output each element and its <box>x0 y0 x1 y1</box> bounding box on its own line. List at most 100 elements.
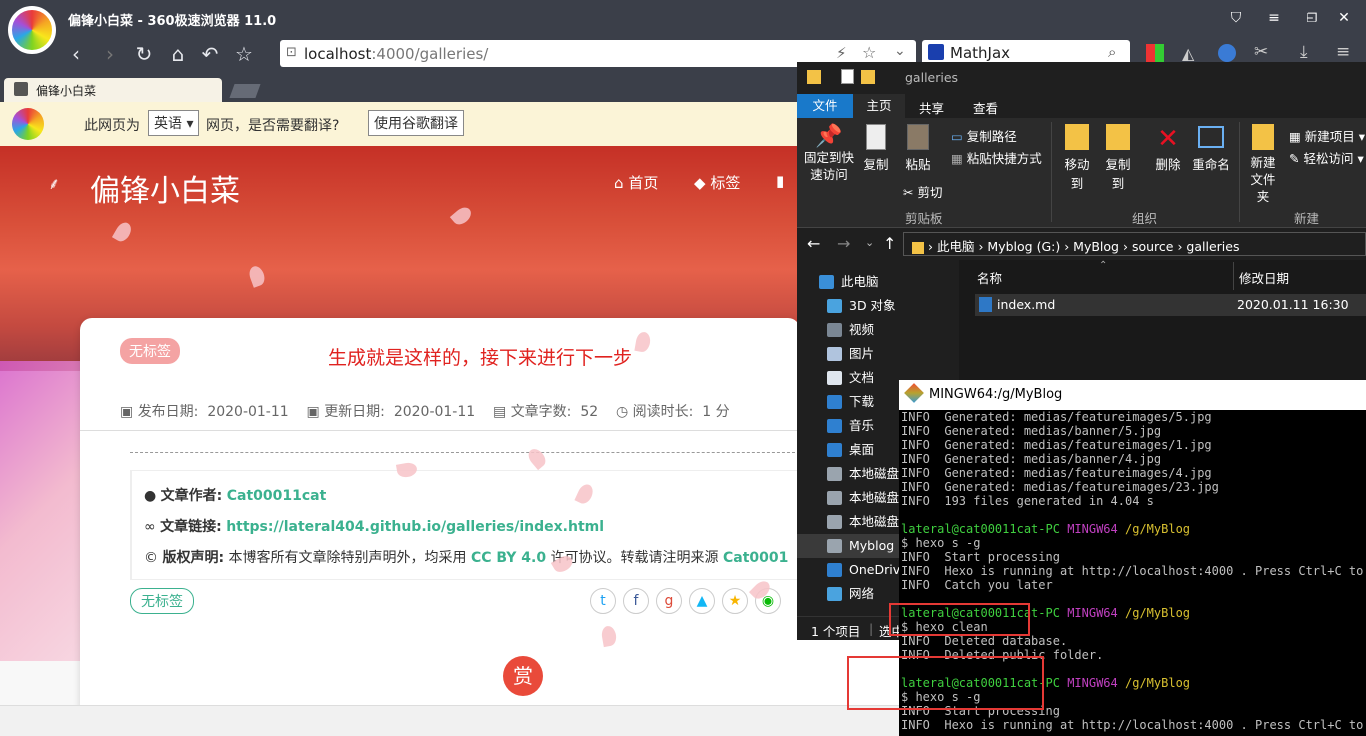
facebook-icon[interactable]: f <box>623 588 649 614</box>
ribbon-tabs: 文件 主页 共享 查看 <box>797 94 1366 118</box>
extension-icon[interactable]: ◭ <box>1182 44 1194 63</box>
nav-item-label: 本地磁盘 <box>849 514 900 529</box>
nav-home[interactable]: ⌂ 首页 <box>614 172 658 193</box>
back-icon[interactable]: ‹ <box>64 42 88 66</box>
close-button[interactable]: ✕ <box>1334 8 1354 28</box>
nav-tags[interactable]: ◆ 标签 <box>694 172 740 193</box>
nav-more[interactable]: ▮ <box>776 172 784 190</box>
undo-close-icon[interactable]: ↶ <box>198 42 222 66</box>
qzone-icon[interactable]: ★ <box>722 588 748 614</box>
terminal-line: INFO Generated: medias/banner/5.jpg <box>901 424 1162 438</box>
rename-button[interactable]: 重命名 <box>1191 124 1231 173</box>
move-to-button[interactable]: 移动到 <box>1059 124 1095 192</box>
explorer-breadcrumb[interactable]: › 此电脑 › Myblog (G:) › MyBlog › source › … <box>903 232 1366 256</box>
delete-button[interactable]: ✕ 删除 <box>1153 124 1183 173</box>
nav-item-icon <box>827 371 842 385</box>
bottom-tag-badge[interactable]: 无标签 <box>130 588 194 614</box>
search-icon[interactable]: ⌕ <box>1108 43 1116 61</box>
download-icon[interactable]: ⤓ <box>1300 42 1308 62</box>
skin-icon[interactable]: ⛉ <box>1226 8 1246 28</box>
translate-button[interactable]: 使用谷歌翻译 <box>368 110 464 136</box>
nav-item-label: 下载 <box>849 394 875 409</box>
paste-shortcut-button[interactable]: ▦ 粘贴快捷方式 <box>951 148 1042 167</box>
nav-item[interactable]: 视频 <box>797 318 957 342</box>
nav-item-icon <box>827 299 842 313</box>
speed-icon[interactable]: ⚡ <box>836 44 847 62</box>
refresh-icon[interactable]: ↻ <box>132 42 156 66</box>
new-folder-quick-icon[interactable] <box>861 70 875 84</box>
new-folder-button[interactable]: 新建 文件夹 <box>1245 124 1281 205</box>
nav-item-label: 此电脑 <box>841 274 879 289</box>
terminal-line: INFO Generated: medias/banner/4.jpg <box>901 452 1162 466</box>
copy-to-button[interactable]: 复制到 <box>1100 124 1136 192</box>
menu-icon[interactable]: ≡ <box>1264 8 1284 28</box>
search-input[interactable]: MathJax <box>950 44 1010 62</box>
language-select[interactable]: 英语 ▾ <box>148 110 200 136</box>
forward-icon[interactable]: › <box>98 42 122 66</box>
properties-icon[interactable] <box>841 69 854 84</box>
nav-item-icon <box>827 515 842 529</box>
copy-button[interactable]: 复制 <box>859 124 893 173</box>
ribbon: 📌 固定到快 速访问 复制 粘贴 ▭ 复制路径 ▦ 粘贴快捷方式 ✂ 剪切 剪贴… <box>797 118 1366 228</box>
favorite-icon[interactable]: ☆ <box>232 42 256 66</box>
window-title: 偏锋小白菜 - 360极速浏览器 11.0 <box>68 14 277 29</box>
explorer-titlebar: galleries <box>797 62 1366 94</box>
up-icon[interactable]: ↑ <box>883 234 896 253</box>
pin-quick-access-button[interactable]: 📌 固定到快 速访问 <box>803 124 855 183</box>
git-bash-icon <box>904 383 924 403</box>
ribbon-tab-view[interactable]: 查看 <box>973 98 998 117</box>
reward-button[interactable]: 赏 <box>503 656 543 696</box>
site-title[interactable]: 偏锋小白菜 <box>90 166 240 210</box>
ribbon-tab-file[interactable]: 文件 <box>797 94 853 118</box>
bookmark-star-icon[interactable]: ☆ <box>862 43 876 62</box>
folder-icon <box>912 241 924 254</box>
blog-page: ⸙ 偏锋小白菜 ⌂ 首页 ◆ 标签 ▮ 无标签 生成就是这样的，接下来进行下一步… <box>0 146 800 705</box>
author-link[interactable]: Cat00011cat <box>227 488 327 504</box>
home-icon[interactable]: ⌂ <box>166 42 190 66</box>
ribbon-tab-home[interactable]: 主页 <box>853 94 905 118</box>
tab-active[interactable]: 偏锋小白菜 <box>4 78 222 102</box>
easy-access-button[interactable]: ✎ 轻松访问 ▾ <box>1289 148 1364 167</box>
copy-path-button[interactable]: ▭ 复制路径 <box>951 126 1017 145</box>
license-link[interactable]: CC BY 4.0 <box>471 550 546 566</box>
terminal-line: INFO Generated: medias/featureimages/5.j… <box>901 410 1212 424</box>
nav-item[interactable]: 3D 对象 <box>797 294 957 318</box>
forward-icon[interactable]: → <box>837 234 850 253</box>
column-date[interactable]: 修改日期 <box>1239 268 1289 287</box>
new-tab-button[interactable] <box>229 84 261 98</box>
qq-icon[interactable]: ▲ <box>689 588 715 614</box>
column-name[interactable]: 名称 <box>977 268 1002 287</box>
paste-button[interactable]: 粘贴 <box>901 124 935 173</box>
twitter-icon[interactable]: t <box>590 588 616 614</box>
nav-item[interactable]: 图片 <box>797 342 957 366</box>
post-tag-badge[interactable]: 无标签 <box>120 338 180 364</box>
terminal-titlebar: MINGW64:/g/MyBlog <box>899 380 1366 410</box>
delete-icon: ✕ <box>1157 124 1179 154</box>
nav-item-label: Myblog <box>849 538 895 553</box>
screenshot-icon[interactable]: ✂ <box>1254 42 1268 62</box>
search-engine-icon[interactable] <box>928 44 944 60</box>
file-row[interactable]: index.md 2020.01.11 16:30 <box>975 294 1366 316</box>
cut-button[interactable]: ✂ 剪切 <box>903 182 942 201</box>
menu-more-icon[interactable]: ≡ <box>1336 42 1350 62</box>
terminal-line: INFO Hexo is running at http://localhost… <box>901 718 1366 732</box>
google-plus-icon[interactable]: g <box>656 588 682 614</box>
nav-item[interactable]: 此电脑 <box>797 270 957 294</box>
nav-item-label: 文档 <box>849 370 875 385</box>
terminal-line: INFO Generated: medias/featureimages/4.j… <box>901 466 1212 480</box>
translate-logo-icon <box>12 108 44 140</box>
dropdown-icon[interactable]: ⌄ <box>894 43 906 59</box>
post-link[interactable]: https://lateral404.github.io/galleries/i… <box>226 519 604 535</box>
translate-ext-icon[interactable] <box>1218 44 1236 62</box>
ribbon-tab-share[interactable]: 共享 <box>919 98 944 117</box>
restore-button[interactable]: ❐ <box>1302 8 1322 28</box>
divider <box>80 430 800 431</box>
ribbon-separator <box>1051 122 1052 222</box>
home-icon: ⌂ <box>614 174 624 192</box>
nav-item-icon <box>819 275 834 289</box>
apps-icon[interactable] <box>1146 44 1164 62</box>
back-icon[interactable]: ← <box>807 234 820 253</box>
new-item-button[interactable]: ▦ 新建项目 ▾ <box>1289 126 1365 145</box>
new-item-icon: ▦ <box>1289 129 1301 144</box>
recent-dropdown-icon[interactable]: ⌄ <box>865 236 874 249</box>
